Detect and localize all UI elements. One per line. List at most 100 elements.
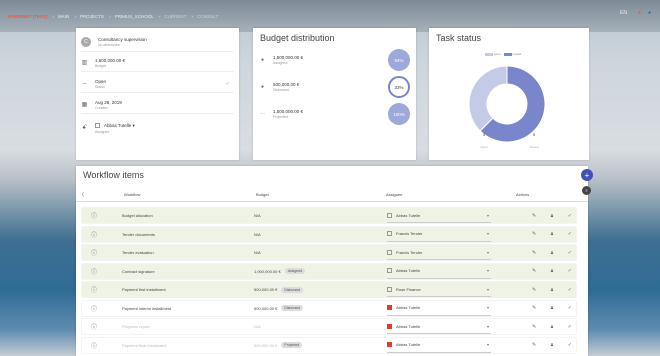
budget-card: Budget distribution ● 1,500,000.00 € Assi… xyxy=(253,28,416,160)
workflow-name: Tender evaluation xyxy=(122,250,154,255)
chevron-down-icon: ▾ xyxy=(486,249,489,255)
add-button[interactable]: + xyxy=(581,169,593,181)
edit-icon[interactable]: ✎ xyxy=(532,213,536,219)
check-icon[interactable]: ✓ xyxy=(568,213,572,219)
budget-title: Budget distribution xyxy=(260,33,335,43)
project-created-value: Aug 28, 2019 xyxy=(95,99,122,105)
workflow-budget: N/A xyxy=(254,213,261,218)
assignee-checkbox xyxy=(387,231,392,236)
info-icon[interactable]: ⓘ xyxy=(90,208,98,223)
check-icon[interactable]: ✓ xyxy=(568,250,572,256)
check-icon[interactable]: ✓ xyxy=(568,268,572,274)
assignee-checkbox xyxy=(387,305,392,310)
closed-count: 5 Closed xyxy=(529,132,539,149)
breadcrumb-project[interactable]: PAMIGNET (TEST) xyxy=(8,14,47,19)
breadcrumb-main[interactable]: MAIN xyxy=(58,14,69,19)
assignee-select[interactable]: Francis Tender ▾ xyxy=(387,245,491,260)
assignee-select[interactable]: Abbas Tutelle ▾ xyxy=(387,301,491,316)
info-icon[interactable]: ⓘ xyxy=(90,301,98,316)
check-icon: ✓ xyxy=(225,80,230,87)
lock-icon[interactable]: 🔒︎ xyxy=(551,231,554,237)
workflow-row[interactable]: ⓘ Payment interim installment 500,000.00 €… xyxy=(82,300,576,316)
status-icon: – xyxy=(82,80,87,87)
edit-icon[interactable]: ✎ xyxy=(532,287,536,293)
row-actions: ✎ 🔒︎ ✓ xyxy=(532,227,572,242)
collapse-icon[interactable]: ⟨ xyxy=(82,188,84,201)
assignee-select[interactable]: Abbas Tutelle ▾ xyxy=(387,319,491,334)
edit-icon[interactable]: ✎ xyxy=(532,231,536,237)
project-status-value: Open xyxy=(95,78,107,84)
assignee-select[interactable]: Abbas Tutelle ▾ xyxy=(387,208,491,223)
info-icon[interactable]: ⓘ xyxy=(90,245,98,260)
budget-disbursed-percent: 33% xyxy=(388,76,410,98)
check-icon[interactable]: ✓ xyxy=(568,287,572,293)
info-icon[interactable]: ⓘ xyxy=(90,319,98,334)
workflow-row[interactable]: ⓘ Tender evaluation N/A Francis Tender ▾ ✎ 🔒︎ ✓ xyxy=(82,245,576,260)
edit-icon[interactable]: ✎ xyxy=(532,268,536,274)
breadcrumb-projects[interactable]: PROJECTS xyxy=(80,14,104,19)
project-budget-label: Budget xyxy=(95,63,107,68)
project-created-row: ▦ Aug 28, 2019 Created xyxy=(81,96,234,114)
assignee-select[interactable]: Rose Finance ▾ xyxy=(387,282,491,297)
lock-icon[interactable]: 🔒︎ xyxy=(551,324,554,330)
project-status-label: Status xyxy=(95,84,105,89)
info-icon[interactable]: ⓘ xyxy=(90,227,98,242)
budget-row-assigned: ● 1,500,000.00 € Assigned 94% xyxy=(259,48,410,72)
chevron-down-icon: ▾ xyxy=(486,286,489,292)
lock-icon[interactable]: 🔒︎ xyxy=(551,250,554,256)
workflow-budget: 500,000.00 € Projected xyxy=(254,338,303,353)
budget-row-projected: ⋯ 1,500,000.00 € Projected 100% xyxy=(259,102,410,126)
edit-icon[interactable]: ✎ xyxy=(532,324,536,330)
header-budget: Budget xyxy=(256,192,269,197)
workflow-row[interactable]: ⓘ Payment final installment 500,000.00 € Pr… xyxy=(82,337,576,353)
info-icon[interactable]: ⓘ xyxy=(90,264,98,279)
workflow-row[interactable]: ⓘ Tender documents N/A Francis Tender ▾ ✎ 🔒︎ ✓ xyxy=(82,226,576,242)
language-selector[interactable]: EN xyxy=(620,10,627,16)
workflow-row[interactable]: ⓘ Budget allocation N/A Abbas Tutelle ▾ ✎ 🔒︎ ✓ xyxy=(82,208,576,223)
breadcrumb-current[interactable]: CURRENT xyxy=(164,14,186,19)
lock-icon[interactable]: 🔒︎ xyxy=(551,342,554,348)
notification-icon[interactable]: ● xyxy=(638,10,641,16)
calendar-icon: ▦ xyxy=(81,102,88,108)
check-icon[interactable]: ✓ xyxy=(568,342,572,348)
edit-icon[interactable]: ✎ xyxy=(532,342,536,348)
project-description: No description xyxy=(98,42,121,47)
project-created-label: Created xyxy=(95,105,108,110)
info-icon[interactable]: ⓘ xyxy=(90,338,98,353)
breadcrumb-consult: CONSULT xyxy=(197,14,219,19)
header-assignee: Assignee xyxy=(386,192,403,197)
check-icon[interactable]: ✓ xyxy=(568,305,572,311)
lock-icon[interactable]: 🔒︎ xyxy=(551,305,554,311)
budget-row-disbursed: ● 500,000.00 € Disbursed 33% xyxy=(259,75,410,99)
task-status-card: Task status open closed 3 Open 5 Closed xyxy=(429,28,589,160)
assignee-select[interactable]: Abbas Tutelle ▾ xyxy=(387,338,491,353)
dot-icon: ● xyxy=(260,57,265,63)
lock-icon[interactable]: 🔒︎ xyxy=(551,287,554,293)
workflow-name: Payment first installment xyxy=(122,287,166,292)
workflow-row[interactable]: ⓘ Contract signature 1,000,000.00 € Assigne… xyxy=(82,263,576,279)
budget-projected-label: Projected xyxy=(273,115,288,119)
assignee-checkbox xyxy=(387,286,392,292)
user-icon[interactable]: ● xyxy=(648,10,651,16)
project-name: Consultancy supervision xyxy=(98,36,147,42)
workflow-row[interactable]: ⓘ Payment first installment 500,000.00 € Di… xyxy=(82,282,576,297)
breadcrumb-school[interactable]: PRIMUS_SCHOOL xyxy=(115,14,154,19)
row-actions: ✎ 🔒︎ ✓ xyxy=(532,338,572,353)
edit-icon[interactable]: ✎ xyxy=(532,305,536,311)
lock-icon[interactable]: 🔒︎ xyxy=(551,213,554,219)
check-icon[interactable]: ✓ xyxy=(568,324,572,330)
workflow-row[interactable]: ⓘ Progress report N/A Abbas Tutelle ▾ ✎ 🔒︎ ✓ xyxy=(82,319,576,334)
assignee-select[interactable]: Francis Tender ▾ xyxy=(387,227,491,242)
project-assignee-select[interactable]: Abbas Tutelle ▾ xyxy=(95,123,135,129)
lock-icon[interactable]: 🔒︎ xyxy=(551,268,554,274)
check-icon[interactable]: ✓ xyxy=(568,231,572,237)
assignee-select[interactable]: Abbas Tutelle ▾ xyxy=(387,264,491,279)
workflow-name: Contract signature xyxy=(122,268,155,274)
info-icon[interactable]: ⓘ xyxy=(90,282,98,297)
assignee-checkbox xyxy=(387,212,392,218)
budget-badge: Disbursed xyxy=(281,286,304,293)
header-actions: Actions xyxy=(516,192,530,197)
edit-icon[interactable]: ✎ xyxy=(532,250,536,256)
project-avatar: C xyxy=(81,36,91,47)
menu-icon[interactable]: ≡ xyxy=(582,186,591,195)
